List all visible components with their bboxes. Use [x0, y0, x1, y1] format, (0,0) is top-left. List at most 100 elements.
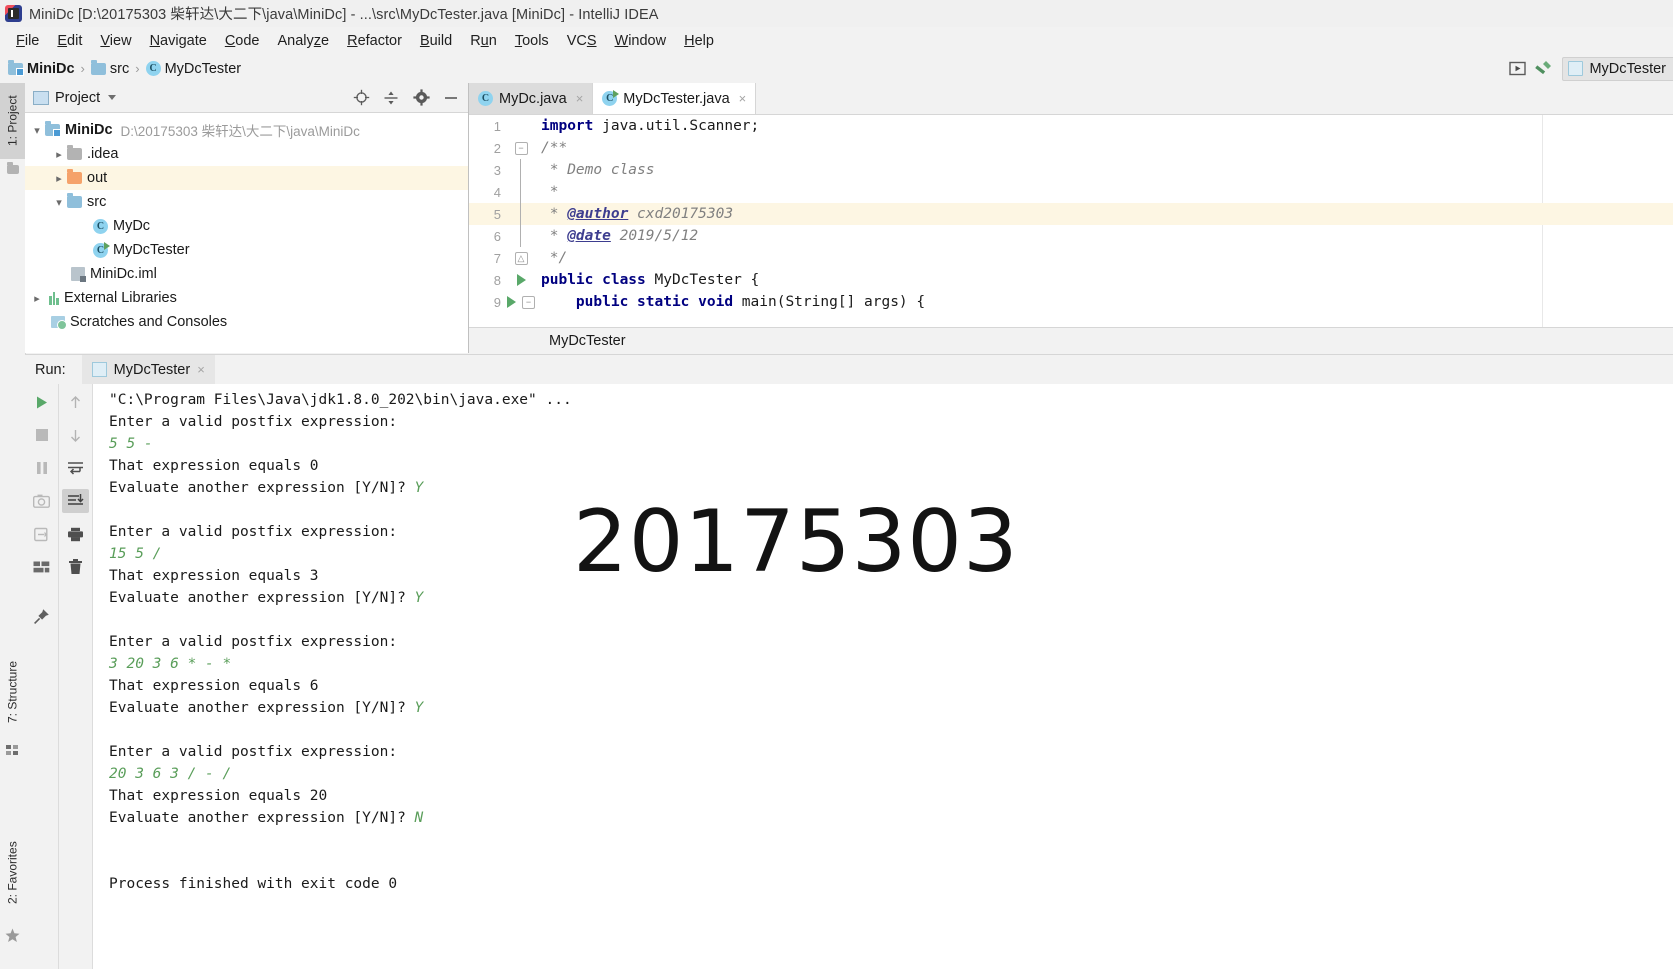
tree-node-minidc[interactable]: ▾ MiniDc D:\20175303 柴轩达\大二下\java\MiniDc: [25, 118, 468, 142]
menu-item-build[interactable]: Build: [411, 31, 461, 51]
chevron-right-icon[interactable]: ▸: [51, 172, 67, 185]
code-gutter[interactable]: [501, 181, 541, 203]
code-gutter[interactable]: [501, 274, 541, 286]
menu-item-file[interactable]: File: [7, 31, 48, 51]
build-hammer-icon[interactable]: [1530, 57, 1556, 81]
print-icon[interactable]: [62, 522, 89, 546]
menu-item-code[interactable]: Code: [216, 31, 269, 51]
tree-node-src[interactable]: ▾ src: [25, 190, 468, 214]
structure-icon[interactable]: [0, 740, 25, 760]
console-command-line: "C:\Program Files\Java\jdk1.8.0_202\bin\…: [109, 392, 572, 408]
code-line: 9 − public static void main(String[] arg…: [469, 291, 1673, 313]
menu-item-window[interactable]: Window: [606, 31, 676, 51]
menu-item-refactor[interactable]: Refactor: [338, 31, 411, 51]
layout-icon-glyph: [33, 561, 50, 573]
collapse-all-icon[interactable]: [378, 86, 404, 110]
menu-item-analyze[interactable]: Analyze: [269, 31, 339, 51]
code-gutter[interactable]: −: [501, 295, 541, 309]
project-tool-icon[interactable]: [0, 159, 25, 179]
run-class-gutter-icon[interactable]: [516, 274, 526, 286]
code-editor[interactable]: 1 import java.util.Scanner; 2 − /** 3 * …: [469, 115, 1673, 327]
tree-node-scratches[interactable]: Scratches and Consoles: [25, 310, 468, 334]
chevron-right-icon[interactable]: ▸: [29, 292, 45, 305]
tree-node-label: External Libraries: [64, 290, 177, 306]
menu-item-vcs[interactable]: VCS: [558, 31, 606, 51]
favorites-star-icon[interactable]: [0, 923, 25, 947]
build-hammer-icon-glyph: [1535, 61, 1552, 75]
tree-node-external-libraries[interactable]: ▸ External Libraries: [25, 286, 468, 310]
line-number: 1: [493, 118, 501, 134]
scroll-to-end-icon[interactable]: [62, 489, 89, 513]
console-line: Enter a valid postfix expression:: [109, 634, 398, 650]
locate-target-icon[interactable]: [348, 86, 374, 110]
menu-item-edit-rest: dit: [67, 32, 83, 49]
menu-mnemonic: u: [480, 32, 489, 49]
code-gutter[interactable]: [501, 159, 541, 181]
console-output[interactable]: 20175303 "C:\Program Files\Java\jdk1.8.0…: [93, 384, 1673, 969]
tree-node-mydc[interactable]: C MyDc: [25, 214, 468, 238]
chevron-down-icon[interactable]: ▾: [29, 124, 45, 137]
pause-icon[interactable]: [28, 456, 55, 480]
console-line-exit: Process finished with exit code 0: [109, 876, 398, 892]
code-line: 3 * Demo class: [469, 159, 1673, 181]
tree-node-idea[interactable]: ▸ .idea: [25, 142, 468, 166]
tree-node-mydctester[interactable]: C MyDcTester: [25, 238, 468, 262]
gear-settings-icon[interactable]: [408, 86, 434, 110]
editor-tab-mydc[interactable]: C MyDc.java ×: [469, 83, 594, 114]
fold-collapse-icon[interactable]: −: [514, 141, 528, 155]
breadcrumb-item-class[interactable]: C MyDcTester: [145, 60, 242, 77]
menu-mnemonic: R: [347, 32, 358, 49]
dump-threads-icon[interactable]: [28, 522, 55, 546]
stop-icon-glyph: [35, 429, 48, 441]
project-view-icon: [33, 90, 49, 105]
tree-node-path: D:\20175303 柴轩达\大二下\java\MiniDc: [120, 124, 360, 139]
orange-folder-icon: [67, 169, 82, 184]
breadcrumb-item-src[interactable]: src: [90, 59, 129, 77]
close-icon[interactable]: ×: [197, 362, 205, 377]
tree-node-iml[interactable]: MiniDc.iml: [25, 262, 468, 286]
close-icon[interactable]: ×: [576, 91, 584, 106]
rerun-play-icon[interactable]: [28, 390, 55, 414]
code-plain: MyDcTester {: [645, 272, 760, 288]
code-gutter[interactable]: △: [501, 251, 541, 265]
breadcrumb-item-project[interactable]: MiniDc: [8, 59, 75, 77]
stop-icon[interactable]: [28, 423, 55, 447]
menu-item-run[interactable]: Run: [461, 31, 506, 51]
menu-item-help[interactable]: Help: [675, 31, 723, 51]
code-gutter[interactable]: −: [501, 141, 541, 155]
menu-item-navigate[interactable]: Navigate: [141, 31, 216, 51]
fold-end-icon[interactable]: △: [514, 251, 528, 265]
clear-all-trash-icon[interactable]: [62, 555, 89, 579]
down-arrow-icon[interactable]: [62, 423, 89, 447]
line-number: 8: [493, 272, 501, 288]
chevron-down-icon[interactable]: ▾: [51, 196, 67, 209]
scratches-icon: [51, 316, 67, 330]
sidebar-item-structure[interactable]: 7: Structure: [0, 644, 25, 740]
layout-icon[interactable]: [28, 555, 55, 579]
up-arrow-icon[interactable]: [62, 390, 89, 414]
breadcrumb-label: MyDcTester: [164, 60, 242, 77]
run-tab-mydctester[interactable]: MyDcTester ×: [81, 355, 215, 384]
soft-wrap-icon[interactable]: [62, 456, 89, 480]
close-icon[interactable]: ×: [739, 91, 747, 106]
console-user-input: N: [414, 810, 424, 826]
code-gutter[interactable]: [501, 225, 541, 247]
menu-item-edit[interactable]: Edit: [48, 31, 91, 51]
fold-collapse-icon[interactable]: −: [522, 295, 535, 309]
editor-breadcrumb[interactable]: MyDcTester: [469, 327, 1673, 354]
code-gutter[interactable]: [501, 203, 541, 225]
sidebar-item-favorites[interactable]: 2: Favorites: [0, 823, 25, 923]
hide-minimize-icon[interactable]: [438, 86, 464, 110]
menu-item-view[interactable]: View: [91, 31, 140, 51]
tree-node-out[interactable]: ▸ out: [25, 166, 468, 190]
editor-tab-mydctester[interactable]: C MyDcTester.java ×: [593, 83, 757, 114]
chevron-right-icon[interactable]: ▸: [51, 148, 67, 161]
pin-tab-icon[interactable]: [28, 604, 55, 628]
chevron-down-icon[interactable]: [108, 95, 117, 100]
screenshot-camera-icon[interactable]: [28, 489, 55, 513]
menu-item-tools[interactable]: Tools: [506, 31, 558, 51]
run-configuration-selector[interactable]: MyDcTester: [1562, 56, 1673, 81]
sidebar-item-project[interactable]: 1: Project: [0, 83, 25, 159]
run-icon[interactable]: [1504, 57, 1530, 81]
run-method-gutter-icon[interactable]: [507, 296, 516, 308]
